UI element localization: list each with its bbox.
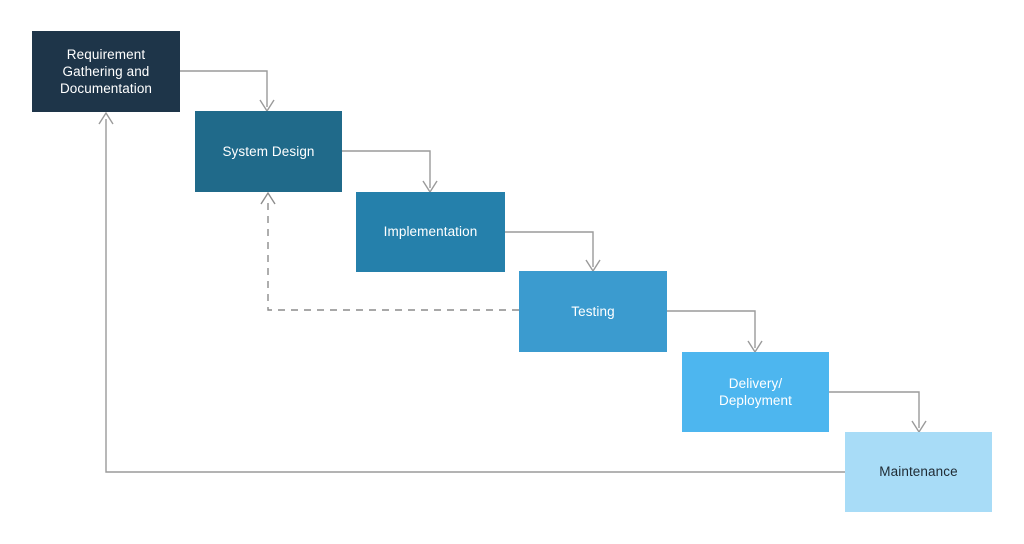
node-testing[interactable]: Testing	[519, 271, 667, 352]
edge-requirements-to-system-design	[180, 70, 268, 107]
node-requirements[interactable]: Requirement Gathering and Documentation	[32, 31, 180, 112]
edge-system-design-to-implementation	[342, 150, 431, 188]
node-maintenance-label: Maintenance	[879, 464, 958, 480]
node-system-design[interactable]: System Design	[195, 111, 342, 192]
waterfall-diagram-canvas: Requirement Gathering and Documentation …	[0, 0, 1024, 544]
node-maintenance[interactable]: Maintenance	[845, 432, 992, 512]
edge-delivery-to-maintenance	[829, 391, 920, 428]
node-delivery-deployment[interactable]: Delivery/ Deployment	[682, 352, 829, 432]
edge-implementation-to-testing	[505, 231, 594, 267]
node-requirements-label: Requirement Gathering and Documentation	[59, 46, 153, 97]
node-system-design-label: System Design	[222, 143, 315, 159]
edge-testing-to-delivery	[667, 310, 756, 348]
node-implementation[interactable]: Implementation	[356, 192, 505, 272]
node-implementation-label: Implementation	[383, 224, 478, 240]
arrowhead-testing-feedback-to-system-design	[260, 191, 276, 205]
node-delivery-deployment-label: Delivery/ Deployment	[718, 375, 793, 408]
node-testing-label: Testing	[571, 303, 615, 319]
